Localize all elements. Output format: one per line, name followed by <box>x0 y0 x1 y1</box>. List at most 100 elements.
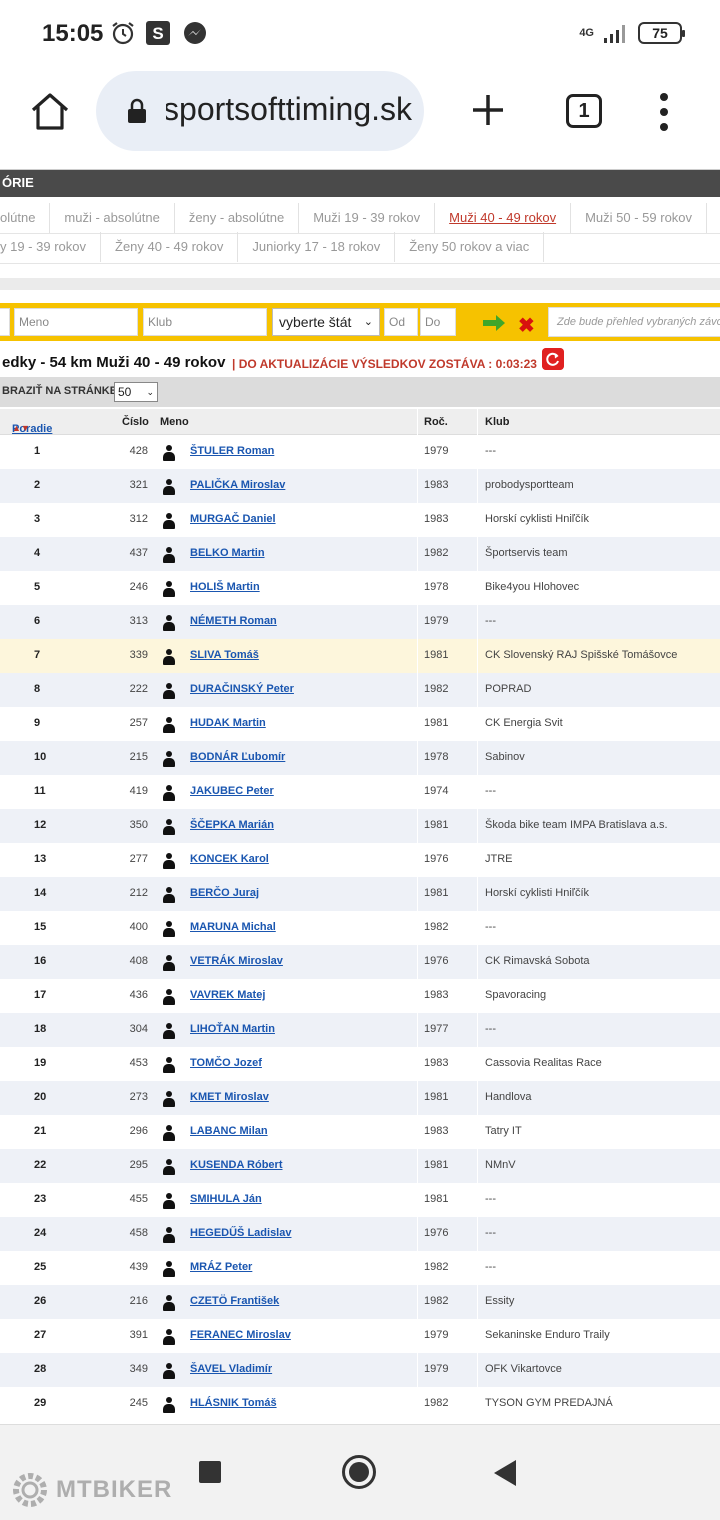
person-icon[interactable] <box>163 513 175 529</box>
category-tab[interactable]: Ženy 50 rokov a viac <box>395 232 545 262</box>
category-tab[interactable]: y 19 - 39 rokov <box>0 232 101 262</box>
rider-name-link[interactable]: ŠČEPKA Marián <box>190 819 274 831</box>
number-cell: 419 <box>129 785 148 797</box>
number-cell: 391 <box>129 1329 148 1341</box>
person-icon[interactable] <box>163 819 175 835</box>
person-icon[interactable] <box>163 1397 175 1413</box>
rider-name-link[interactable]: ŠTULER Roman <box>190 445 274 457</box>
person-icon[interactable] <box>163 1091 175 1107</box>
person-icon[interactable] <box>163 581 175 597</box>
rider-name-link[interactable]: HOLIŠ Martin <box>190 581 260 593</box>
table-row: 21 296 LABANC Milan 1983 Tatry IT <box>0 1115 720 1149</box>
club-filter-input[interactable]: Klub <box>143 308 267 336</box>
tab-switcher-button[interactable]: 1 <box>566 94 602 128</box>
rider-name-link[interactable]: JAKUBEC Peter <box>190 785 274 797</box>
rider-name-link[interactable]: MURGAČ Daniel <box>190 513 276 525</box>
refresh-icon[interactable] <box>542 348 564 370</box>
rider-name-link[interactable]: CZETÖ František <box>190 1295 279 1307</box>
rider-name-link[interactable]: MARUNA Michal <box>190 921 276 933</box>
home-icon[interactable] <box>28 90 72 134</box>
rider-name-link[interactable]: VETRÁK Miroslav <box>190 955 283 967</box>
category-tab[interactable]: Muži 19 - 39 rokov <box>299 203 436 233</box>
person-icon[interactable] <box>163 1295 175 1311</box>
person-icon[interactable] <box>163 547 175 563</box>
person-icon[interactable] <box>163 717 175 733</box>
person-icon[interactable] <box>163 1159 175 1175</box>
category-tab[interactable]: Muži 50 - 59 rokov <box>571 203 708 233</box>
table-row: 15 400 MARUNA Michal 1982 --- <box>0 911 720 945</box>
person-icon[interactable] <box>163 1329 175 1345</box>
person-icon[interactable] <box>163 1057 175 1073</box>
year-cell: 1981 <box>424 887 449 899</box>
rider-name-link[interactable]: SMIHULA Ján <box>190 1193 262 1205</box>
person-icon[interactable] <box>163 1125 175 1141</box>
rider-name-link[interactable]: TOMČO Jozef <box>190 1057 262 1069</box>
rider-name-link[interactable]: FERANEC Miroslav <box>190 1329 291 1341</box>
rider-name-link[interactable]: HLÁSNIK Tomáš <box>190 1397 277 1409</box>
rider-name-link[interactable]: BERČO Juraj <box>190 887 259 899</box>
rider-name-link[interactable]: SLIVA Tomáš <box>190 649 259 661</box>
name-filter-input[interactable]: Meno <box>14 308 138 336</box>
person-icon[interactable] <box>163 1363 175 1379</box>
category-tab[interactable]: Juniorky 17 - 18 rokov <box>238 232 396 262</box>
table-row: 10 215 BODNÁR Ľubomír 1978 Sabinov <box>0 741 720 775</box>
rider-name-link[interactable]: BELKO Martin <box>190 547 265 559</box>
person-icon[interactable] <box>163 1227 175 1243</box>
rider-name-link[interactable]: BODNÁR Ľubomír <box>190 751 285 763</box>
filter-cut-input[interactable] <box>0 308 10 336</box>
rider-name-link[interactable]: ŠAVEL Vladimír <box>190 1363 272 1375</box>
person-icon[interactable] <box>163 649 175 665</box>
url-text[interactable]: sportsofttiming.sk <box>166 91 412 128</box>
clear-filter-icon[interactable]: ✖ <box>518 313 535 338</box>
category-tab-active[interactable]: Muži 40 - 49 rokov <box>435 203 572 233</box>
year-cell: 1978 <box>424 581 449 593</box>
rider-name-link[interactable]: LIHOŤAN Martin <box>190 1023 275 1035</box>
position-cell: 23 <box>34 1193 47 1205</box>
category-tab[interactable]: Ženy 40 - 49 rokov <box>101 232 239 262</box>
from-filter-input[interactable]: Od <box>384 308 418 336</box>
person-icon[interactable] <box>163 1193 175 1209</box>
club-cell: --- <box>485 1193 496 1205</box>
rider-name-link[interactable]: KONCEK Karol <box>190 853 269 865</box>
rider-name-link[interactable]: PALIČKA Miroslav <box>190 479 285 491</box>
person-icon[interactable] <box>163 479 175 495</box>
person-icon[interactable] <box>163 1261 175 1277</box>
person-icon[interactable] <box>163 445 175 461</box>
person-icon[interactable] <box>163 955 175 971</box>
person-icon[interactable] <box>163 853 175 869</box>
category-tab[interactable]: ženy - absolútne <box>175 203 300 233</box>
person-icon[interactable] <box>163 615 175 631</box>
back-button[interactable] <box>494 1460 516 1486</box>
country-select[interactable]: vyberte štát ⌄ <box>272 308 380 336</box>
person-icon[interactable] <box>163 887 175 903</box>
person-icon[interactable] <box>163 921 175 937</box>
rider-name-link[interactable]: KMET Miroslav <box>190 1091 269 1103</box>
rider-name-link[interactable]: HUDAK Martin <box>190 717 266 729</box>
per-page-value: 50 <box>118 385 132 399</box>
rider-name-link[interactable]: KUSENDA Róbert <box>190 1159 283 1171</box>
person-icon[interactable] <box>163 785 175 801</box>
rider-name-link[interactable]: NÉMETH Roman <box>190 615 277 627</box>
person-icon[interactable] <box>163 989 175 1005</box>
category-tab[interactable]: muži - absolútne <box>50 203 175 233</box>
person-icon[interactable] <box>163 1023 175 1039</box>
club-cell: Horskí cyklisti Hniľčík <box>485 513 590 525</box>
rider-name-link[interactable]: MRÁZ Peter <box>190 1261 252 1273</box>
network-indicator: 4G <box>579 27 594 39</box>
person-icon[interactable] <box>163 683 175 699</box>
more-menu-icon[interactable] <box>652 92 676 132</box>
person-icon[interactable] <box>163 751 175 767</box>
home-button[interactable] <box>342 1455 376 1489</box>
rider-name-link[interactable]: HEGEDŰŠ Ladislav <box>190 1227 291 1239</box>
apply-filter-arrow-icon[interactable] <box>482 315 506 331</box>
number-cell: 313 <box>129 615 148 627</box>
category-tab[interactable]: olútne <box>0 203 51 233</box>
to-filter-input[interactable]: Do <box>420 308 456 336</box>
category-tab[interactable]: M <box>707 203 720 233</box>
rider-name-link[interactable]: LABANC Milan <box>190 1125 268 1137</box>
rider-name-link[interactable]: VAVREK Matej <box>190 989 265 1001</box>
new-tab-icon[interactable] <box>470 92 506 128</box>
recents-button[interactable] <box>199 1461 221 1483</box>
rider-name-link[interactable]: DURAČINSKÝ Peter <box>190 683 294 695</box>
per-page-select[interactable]: 50 ⌄ <box>114 382 158 402</box>
